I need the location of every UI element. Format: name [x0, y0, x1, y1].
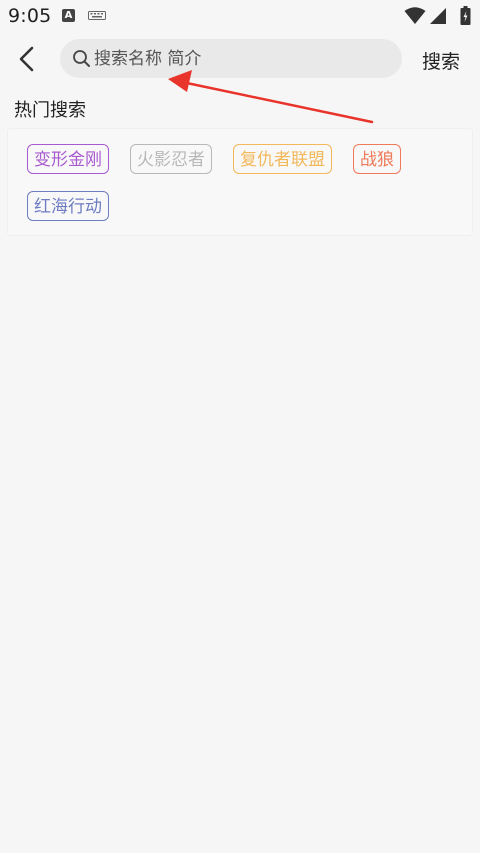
keyboard-icon — [88, 11, 106, 20]
search-icon — [73, 50, 90, 67]
hot-search-tags: 变形金刚 火影忍者 复仇者联盟 战狼 红海行动 — [7, 128, 473, 236]
search-input[interactable] — [94, 39, 384, 78]
battery-icon — [460, 6, 471, 25]
tag-avengers[interactable]: 复仇者联盟 — [233, 144, 332, 174]
tag-operation-red-sea[interactable]: 红海行动 — [27, 191, 109, 221]
hot-search-title: 热门搜索 — [14, 100, 86, 121]
chevron-left-icon — [19, 46, 34, 72]
wifi-icon — [404, 7, 426, 24]
status-time: 9:05 — [8, 5, 52, 27]
notification-a-icon: A — [62, 9, 75, 22]
cell-signal-icon — [430, 8, 446, 24]
tag-wolf-warrior[interactable]: 战狼 — [353, 144, 401, 174]
tag-naruto[interactable]: 火影忍者 — [130, 144, 212, 174]
search-button[interactable]: 搜索 — [422, 47, 460, 74]
back-button[interactable] — [12, 44, 42, 74]
status-bar: 9:05 A — [0, 0, 480, 32]
search-box[interactable] — [60, 39, 402, 78]
top-bar: 搜索 — [0, 38, 480, 80]
tag-transformers[interactable]: 变形金刚 — [27, 144, 109, 174]
